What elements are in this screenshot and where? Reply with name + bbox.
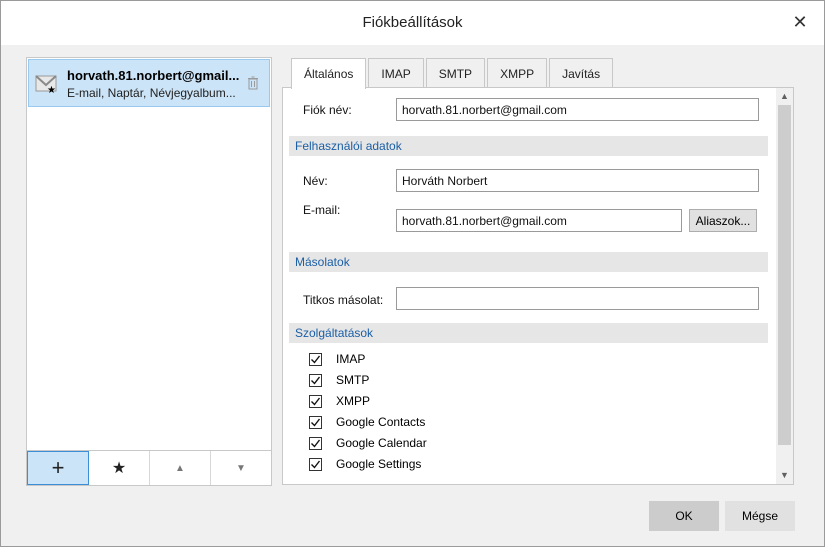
scroll-down-arrow-icon[interactable]: ▼ — [776, 467, 793, 484]
service-imap-label: IMAP — [336, 352, 366, 366]
service-imap-row[interactable]: IMAP — [309, 351, 365, 367]
account-list: ★ horvath.81.norbert@gmail... E-mail, Na… — [26, 57, 272, 486]
general-tab-panel: Fiók név: Felhasználói adatok Név: E-mai… — [282, 87, 794, 485]
email-field[interactable] — [396, 209, 682, 232]
bcc-label: Titkos másolat: — [303, 293, 384, 307]
tab-imap[interactable]: IMAP — [368, 58, 424, 88]
account-toolbar: + ★ ▲ ▼ — [27, 450, 271, 485]
user-data-section-header: Felhasználói adatok — [289, 136, 768, 156]
account-list-item[interactable]: ★ horvath.81.norbert@gmail... E-mail, Na… — [28, 59, 270, 107]
service-smtp-checkbox[interactable] — [309, 373, 322, 387]
service-xmpp-checkbox[interactable] — [309, 394, 322, 408]
tab-smtp[interactable]: SMTP — [425, 58, 486, 88]
email-label: E-mail: — [303, 203, 341, 217]
set-default-star-button[interactable]: ★ — [89, 451, 150, 485]
tab-general[interactable]: Általános — [291, 58, 367, 89]
service-google-calendar-checkbox[interactable] — [309, 436, 322, 450]
service-imap-checkbox[interactable] — [309, 352, 322, 366]
service-google-contacts-label: Google Contacts — [336, 415, 426, 429]
account-settings-dialog: Fiókbeállítások ✕ ★ horvath.81.norbert@g… — [0, 0, 825, 547]
services-section-header: Szolgáltatások — [289, 323, 768, 343]
title-bar: Fiókbeállítások ✕ — [1, 1, 824, 45]
ok-button[interactable]: OK — [649, 501, 719, 531]
move-down-button[interactable]: ▼ — [211, 451, 271, 485]
trash-icon[interactable] — [247, 76, 259, 90]
service-google-calendar-row[interactable]: Google Calendar — [309, 435, 427, 451]
service-google-contacts-row[interactable]: Google Contacts — [309, 414, 425, 430]
account-name: horvath.81.norbert@gmail... — [67, 68, 240, 83]
service-smtp-label: SMTP — [336, 373, 370, 387]
service-google-calendar-label: Google Calendar — [336, 436, 427, 450]
scroll-up-arrow-icon[interactable]: ▲ — [776, 88, 793, 105]
service-smtp-row[interactable]: SMTP — [309, 372, 369, 388]
service-google-settings-row[interactable]: Google Settings — [309, 456, 421, 472]
service-google-contacts-checkbox[interactable] — [309, 415, 322, 429]
move-up-button[interactable]: ▲ — [150, 451, 211, 485]
settings-tabs: Általános IMAP SMTP XMPP Javítás — [291, 58, 615, 89]
service-xmpp-label: XMPP — [336, 394, 371, 408]
bcc-field[interactable] — [396, 287, 759, 310]
account-name-field[interactable] — [396, 98, 759, 121]
add-account-button[interactable]: + — [27, 451, 89, 485]
service-xmpp-row[interactable]: XMPP — [309, 393, 370, 409]
scrollbar-thumb[interactable] — [778, 105, 791, 445]
service-google-settings-checkbox[interactable] — [309, 457, 322, 471]
cancel-button[interactable]: Mégse — [725, 501, 795, 531]
tab-repair[interactable]: Javítás — [549, 58, 614, 88]
default-star-icon: ★ — [47, 85, 56, 96]
account-services: E-mail, Naptár, Névjegyalbum... — [67, 86, 236, 100]
dialog-title: Fiókbeállítások — [362, 14, 463, 31]
tab-xmpp[interactable]: XMPP — [487, 58, 548, 88]
copies-section-header: Másolatok — [289, 252, 768, 272]
account-name-label: Fiók név: — [303, 103, 352, 117]
vertical-scrollbar[interactable]: ▲ ▼ — [776, 88, 793, 484]
name-field[interactable] — [396, 169, 759, 192]
close-button[interactable]: ✕ — [790, 12, 810, 32]
service-google-settings-label: Google Settings — [336, 457, 422, 471]
name-label: Név: — [303, 174, 328, 188]
aliases-button[interactable]: Aliaszok... — [689, 209, 757, 232]
